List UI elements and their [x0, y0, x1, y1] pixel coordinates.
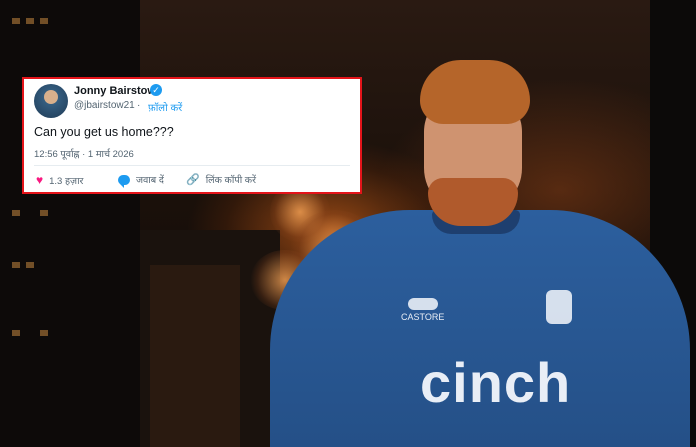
building-left — [0, 0, 140, 447]
background-scene: Jonny Bairstow ✓ @jbairstow21 · फ़ॉलो कर… — [0, 0, 696, 447]
castore-logo: CASTORE — [401, 312, 445, 322]
england-crest — [546, 290, 572, 324]
link-icon: 🔗 — [186, 174, 200, 186]
reply-icon — [118, 174, 130, 188]
follow-separator: · — [137, 100, 141, 111]
window-light — [12, 18, 20, 24]
window-light — [12, 330, 20, 336]
avatar[interactable] — [34, 84, 68, 118]
copy-link-label: लिंक कॉपी करें — [205, 175, 256, 186]
window-light — [12, 262, 20, 268]
window-light — [26, 18, 34, 24]
reply-action[interactable]: जवाब दें — [118, 173, 164, 188]
author-name[interactable]: Jonny Bairstow — [74, 85, 156, 97]
window-light — [26, 262, 34, 268]
sponsor-logo: cinch — [420, 351, 572, 414]
window-light — [12, 210, 20, 216]
verified-badge-icon: ✓ — [150, 84, 162, 96]
tweet-text: Can you get us home??? — [34, 125, 174, 139]
window-light — [40, 210, 48, 216]
castore-logo-mark — [408, 298, 438, 310]
like-action[interactable]: ♥ 1.3 हज़ार — [36, 173, 83, 187]
author-handle[interactable]: @jbairstow21 — [74, 100, 135, 111]
hair — [420, 60, 530, 124]
window-light — [40, 330, 48, 336]
reply-label: जवाब दें — [136, 175, 164, 186]
follow-button[interactable]: फ़ॉलो करें — [148, 100, 182, 114]
window-light — [40, 18, 48, 24]
player-image: CASTORE cinch — [270, 60, 690, 447]
copy-link-action[interactable]: 🔗 लिंक कॉपी करें — [186, 173, 256, 186]
tweet-timestamp[interactable]: 12:56 पूर्वाह्न · 1 मार्च 2026 — [34, 147, 134, 160]
heart-icon: ♥ — [36, 173, 44, 187]
beard — [428, 178, 518, 226]
skyline-mid-2 — [150, 265, 240, 447]
like-count: 1.3 हज़ार — [49, 175, 84, 187]
